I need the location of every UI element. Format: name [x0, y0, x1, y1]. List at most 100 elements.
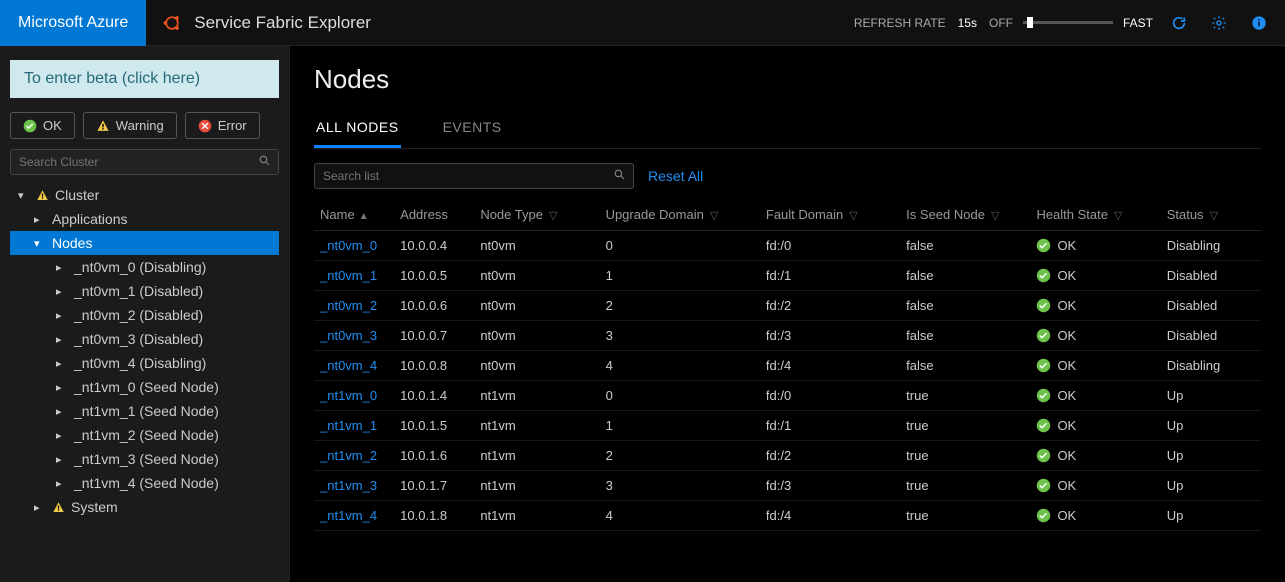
- cluster-tree: ▾ Cluster ▸ Applications ▾ Nodes ▸_nt0vm…: [10, 183, 279, 519]
- tree-node-item[interactable]: ▸_nt0vm_4 (Disabling): [10, 351, 279, 375]
- chevron-right-icon: ▸: [56, 309, 68, 322]
- node-name-link[interactable]: _nt0vm_0: [320, 238, 377, 253]
- node-name-link[interactable]: _nt1vm_1: [320, 418, 377, 433]
- tree-applications[interactable]: ▸ Applications: [10, 207, 279, 231]
- cell-type: nt1vm: [474, 441, 599, 471]
- node-name-link[interactable]: _nt1vm_0: [320, 388, 377, 403]
- warning-triangle-icon: [52, 501, 65, 514]
- info-icon[interactable]: [1245, 9, 1273, 37]
- table-row: _nt1vm_310.0.1.7nt1vm3fd:/3trueOKUp: [314, 471, 1261, 501]
- beta-banner[interactable]: To enter beta (click here): [10, 60, 279, 98]
- col-status[interactable]: Status▽: [1161, 199, 1261, 231]
- node-name-link[interactable]: _nt0vm_1: [320, 268, 377, 283]
- cell-status: Disabling: [1161, 231, 1261, 261]
- ok-check-icon: [1036, 328, 1051, 343]
- tree-node-label: _nt0vm_1 (Disabled): [74, 283, 203, 299]
- cell-health: OK: [1036, 358, 1154, 373]
- warning-pill[interactable]: Warning: [83, 112, 177, 139]
- tab-all-nodes[interactable]: ALL NODES: [314, 113, 401, 148]
- table-row: _nt0vm_110.0.0.5nt0vm1fd:/1falseOKDisabl…: [314, 261, 1261, 291]
- ok-check-icon: [1036, 238, 1051, 253]
- chevron-down-icon: ▾: [34, 237, 46, 250]
- cell-seed: true: [900, 441, 1030, 471]
- cell-status: Up: [1161, 411, 1261, 441]
- cell-upgrade-domain: 1: [600, 411, 760, 441]
- refresh-icon[interactable]: [1165, 9, 1193, 37]
- cell-address: 10.0.0.7: [394, 321, 474, 351]
- node-name-link[interactable]: _nt0vm_4: [320, 358, 377, 373]
- cell-fault-domain: fd:/3: [760, 321, 900, 351]
- ok-check-icon: [1036, 448, 1051, 463]
- ok-check-icon: [1036, 508, 1051, 523]
- cell-upgrade-domain: 4: [600, 501, 760, 531]
- chevron-right-icon: ▸: [56, 261, 68, 274]
- settings-gear-icon[interactable]: [1205, 9, 1233, 37]
- tree-node-item[interactable]: ▸_nt0vm_1 (Disabled): [10, 279, 279, 303]
- node-name-link[interactable]: _nt1vm_4: [320, 508, 377, 523]
- tree-node-label: _nt0vm_4 (Disabling): [74, 355, 206, 371]
- ok-check-icon: [1036, 358, 1051, 373]
- node-name-link[interactable]: _nt0vm_3: [320, 328, 377, 343]
- cell-fault-domain: fd:/4: [760, 501, 900, 531]
- cell-upgrade-domain: 3: [600, 471, 760, 501]
- tree-system[interactable]: ▸ System: [10, 495, 279, 519]
- search-cluster-input[interactable]: [10, 149, 279, 175]
- col-name[interactable]: Name▲: [314, 199, 394, 231]
- tree-cluster-label: Cluster: [55, 187, 99, 203]
- chevron-right-icon: ▸: [56, 429, 68, 442]
- error-x-icon: [198, 119, 212, 133]
- table-row: _nt1vm_010.0.1.4nt1vm0fd:/0trueOKUp: [314, 381, 1261, 411]
- tree-node-item[interactable]: ▸_nt1vm_3 (Seed Node): [10, 447, 279, 471]
- error-pill[interactable]: Error: [185, 112, 260, 139]
- cell-address: 10.0.0.5: [394, 261, 474, 291]
- cell-health: OK: [1036, 478, 1154, 493]
- cell-type: nt1vm: [474, 411, 599, 441]
- chevron-right-icon: ▸: [34, 213, 46, 226]
- ok-check-icon: [1036, 298, 1051, 313]
- refresh-slider[interactable]: [1023, 21, 1113, 24]
- col-node-type[interactable]: Node Type▽: [474, 199, 599, 231]
- table-row: _nt0vm_410.0.0.8nt0vm4fd:/4falseOKDisabl…: [314, 351, 1261, 381]
- tree-cluster[interactable]: ▾ Cluster: [10, 183, 279, 207]
- tab-events[interactable]: EVENTS: [441, 113, 504, 148]
- tree-node-item[interactable]: ▸_nt0vm_0 (Disabling): [10, 255, 279, 279]
- cell-type: nt1vm: [474, 501, 599, 531]
- ok-pill[interactable]: OK: [10, 112, 75, 139]
- tree-node-item[interactable]: ▸_nt1vm_2 (Seed Node): [10, 423, 279, 447]
- node-name-link[interactable]: _nt0vm_2: [320, 298, 377, 313]
- col-health[interactable]: Health State▽: [1030, 199, 1160, 231]
- azure-brand[interactable]: Microsoft Azure: [0, 0, 146, 46]
- sort-asc-icon: ▲: [359, 211, 369, 222]
- cell-status: Up: [1161, 471, 1261, 501]
- tree-node-item[interactable]: ▸_nt1vm_1 (Seed Node): [10, 399, 279, 423]
- node-name-link[interactable]: _nt1vm_2: [320, 448, 377, 463]
- tree-node-item[interactable]: ▸_nt1vm_0 (Seed Node): [10, 375, 279, 399]
- tree-node-item[interactable]: ▸_nt1vm_4 (Seed Node): [10, 471, 279, 495]
- tree-nodes[interactable]: ▾ Nodes: [10, 231, 279, 255]
- warning-triangle-icon: [36, 189, 49, 202]
- tabs: ALL NODES EVENTS: [314, 113, 1261, 149]
- node-name-link[interactable]: _nt1vm_3: [320, 478, 377, 493]
- tree-node-item[interactable]: ▸_nt0vm_2 (Disabled): [10, 303, 279, 327]
- cell-fault-domain: fd:/2: [760, 441, 900, 471]
- reset-all-link[interactable]: Reset All: [648, 168, 703, 184]
- cell-seed: false: [900, 321, 1030, 351]
- cell-address: 10.0.0.8: [394, 351, 474, 381]
- ok-pill-label: OK: [43, 118, 62, 133]
- cell-status: Disabling: [1161, 351, 1261, 381]
- cell-seed: false: [900, 261, 1030, 291]
- cell-status: Disabled: [1161, 261, 1261, 291]
- col-address[interactable]: Address: [394, 199, 474, 231]
- cell-address: 10.0.1.7: [394, 471, 474, 501]
- col-seed[interactable]: Is Seed Node▽: [900, 199, 1030, 231]
- cell-upgrade-domain: 2: [600, 441, 760, 471]
- search-icon: [258, 154, 271, 167]
- cell-type: nt0vm: [474, 321, 599, 351]
- col-upgrade-domain[interactable]: Upgrade Domain▽: [600, 199, 760, 231]
- tree-node-item[interactable]: ▸_nt0vm_3 (Disabled): [10, 327, 279, 351]
- table-row: _nt1vm_110.0.1.5nt1vm1fd:/1trueOKUp: [314, 411, 1261, 441]
- col-fault-domain[interactable]: Fault Domain▽: [760, 199, 900, 231]
- cell-seed: true: [900, 501, 1030, 531]
- search-list-input[interactable]: [314, 163, 634, 189]
- cell-type: nt0vm: [474, 231, 599, 261]
